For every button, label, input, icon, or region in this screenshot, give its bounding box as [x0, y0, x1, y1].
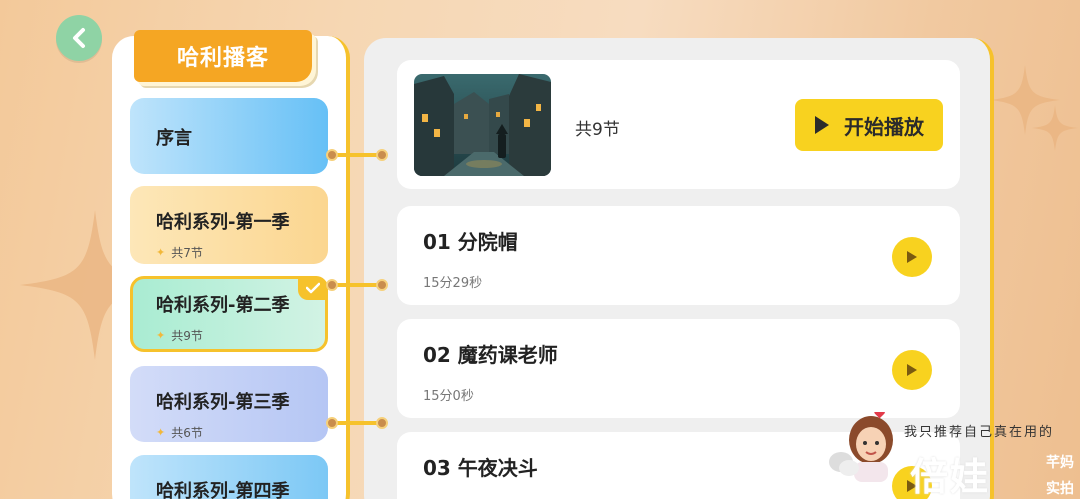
play-triangle-icon [815, 116, 829, 134]
watermark-brand: 倍娃 [910, 455, 991, 499]
star-icon: ✦ [156, 246, 166, 259]
season-name: 哈利系列-第一季 [156, 212, 290, 233]
section-title: 哈利播客 [134, 30, 312, 82]
episode-play-button[interactable] [892, 237, 932, 277]
season-card-2-selected[interactable]: 哈利系列-第二季 ✦ 共9节 [130, 276, 328, 352]
binder-ring [376, 417, 388, 429]
season-count: 共7节 [171, 246, 203, 260]
binder-ring [326, 417, 338, 429]
back-button[interactable] [56, 15, 102, 61]
sparkle-decoration [1032, 105, 1078, 151]
star-icon: ✦ [156, 329, 166, 342]
binder-ring [326, 279, 338, 291]
start-play-label: 开始播放 [844, 114, 924, 139]
episode-play-button[interactable] [892, 350, 932, 390]
chevron-left-icon [73, 28, 85, 48]
season-card-prologue[interactable]: 序言 [130, 98, 328, 174]
watermark-side-text: 芊妈 [1046, 455, 1074, 471]
season-card-1[interactable]: 哈利系列-第一季 ✦ 共7节 [130, 186, 328, 264]
episode-title: 03 午夜决斗 [423, 456, 538, 480]
watermark-side-text: 实拍 [1046, 481, 1074, 497]
binder-ring [326, 149, 338, 161]
episode-duration: 15分0秒 [423, 389, 474, 404]
selected-badge [298, 276, 328, 300]
binder-ring [376, 279, 388, 291]
wechat-icon [828, 450, 860, 482]
check-icon [306, 282, 320, 294]
play-triangle-icon [907, 251, 917, 263]
start-play-button[interactable]: 开始播放 [795, 99, 943, 151]
episode-item[interactable]: 02 魔药课老师 15分0秒 [397, 319, 960, 418]
season-count: 共6节 [171, 426, 203, 440]
season-count: 共9节 [171, 329, 203, 343]
season-card-3[interactable]: 哈利系列-第三季 ✦ 共6节 [130, 366, 328, 442]
episode-title: 01 分院帽 [423, 230, 518, 254]
episode-title: 02 魔药课老师 [423, 343, 558, 367]
watermark-tagline: 我只推荐自己真在用的 [904, 425, 1055, 440]
episode-item[interactable]: 01 分院帽 15分29秒 [397, 206, 960, 305]
star-icon: ✦ [156, 426, 166, 439]
season-name: 序言 [156, 128, 192, 149]
binder-ring [376, 149, 388, 161]
season-card-4[interactable]: 哈利系列-第四季 [130, 455, 328, 499]
episode-count: 共9节 [575, 120, 620, 140]
season-cover-image [414, 74, 551, 176]
season-name: 哈利系列-第四季 [156, 481, 290, 499]
season-name: 哈利系列-第三季 [156, 392, 290, 413]
play-triangle-icon [907, 364, 917, 376]
episode-duration: 15分29秒 [423, 276, 483, 291]
